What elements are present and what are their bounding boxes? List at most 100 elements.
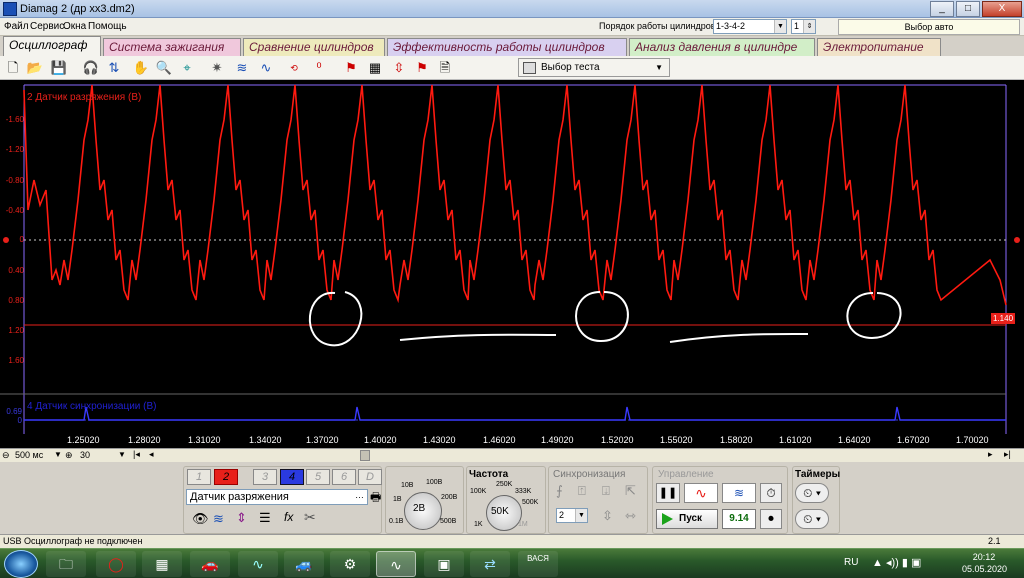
car-icon[interactable]: 🚗 xyxy=(190,551,230,577)
zoom-out-icon[interactable]: ⊖ xyxy=(2,450,10,461)
auto-select-button[interactable]: Выбор авто xyxy=(838,19,1020,35)
multi-wave-icon[interactable]: ≋ xyxy=(722,483,756,503)
app-icon[interactable]: ▦ xyxy=(142,551,182,577)
tray-icons[interactable]: ▲ ◂)) ▮ ▣ xyxy=(872,556,921,569)
menu-windows[interactable]: Окна xyxy=(63,21,86,32)
markers-icon[interactable]: ⚑ xyxy=(342,59,360,77)
function-icon[interactable]: fx xyxy=(284,510,293,524)
channel-button-1[interactable]: 1 xyxy=(187,469,211,485)
monitor-icon[interactable]: ▣ xyxy=(424,551,464,577)
tools-icon[interactable]: ✂ xyxy=(304,509,316,526)
zero-icon[interactable]: ⁰ xyxy=(310,59,328,77)
chevron-down-icon[interactable]: ▼ xyxy=(118,450,126,459)
auto-icon[interactable]: ⟲ xyxy=(285,59,303,77)
tab-oscilloscope[interactable]: Осциллограф xyxy=(3,36,101,56)
menu-file[interactable]: Файл xyxy=(4,21,29,32)
sync-rise-icon[interactable]: ⨍ xyxy=(556,483,563,499)
channel-button-d[interactable]: D xyxy=(358,469,382,485)
timer-stop-icon[interactable]: ⏲ ▾ xyxy=(795,509,829,529)
chevron-down-icon[interactable]: ▼ xyxy=(54,450,62,459)
new-file-icon[interactable]: 🗋 xyxy=(4,59,22,77)
tab-cyl-efficiency[interactable]: Эффективность работы цилиндров xyxy=(387,38,627,56)
clock[interactable]: 20:12 05.05.2020 xyxy=(962,551,1007,575)
sync-horiz-icon[interactable]: ⇿ xyxy=(625,508,636,524)
car-diag-icon[interactable]: 🚙 xyxy=(284,551,324,577)
open-folder-icon[interactable]: 📂 xyxy=(26,59,44,77)
sync-cursor-icon[interactable]: ⇱ xyxy=(625,483,636,499)
zoom-in-icon[interactable]: ⊕ xyxy=(65,450,73,461)
grid-icon[interactable]: ▦ xyxy=(366,59,384,77)
minimize-button[interactable]: _ xyxy=(930,1,954,17)
channel-button-5[interactable]: 5 xyxy=(306,469,330,485)
voltage-label: 0.1В xyxy=(389,518,404,525)
filter-icon[interactable]: ✷ xyxy=(208,59,226,77)
timebase-value[interactable]: 500 мс xyxy=(15,450,43,460)
scroll-end-icon[interactable]: ▸| xyxy=(1004,449,1011,460)
auto-record-icon[interactable]: ⏺ xyxy=(760,509,782,529)
sensor-select[interactable]: Датчик разряжения xyxy=(186,489,368,505)
waves-icon[interactable]: ≋ xyxy=(213,511,224,527)
sine-icon[interactable]: ∿ xyxy=(684,483,718,503)
arrows-icon[interactable]: ⇕ xyxy=(236,510,247,526)
explorer-icon[interactable]: 🗀 xyxy=(46,551,86,577)
scroll-right-icon[interactable]: ▸ xyxy=(988,449,993,460)
tab-cyl-compare[interactable]: Сравнение цилиндров xyxy=(243,38,385,56)
opera-icon[interactable]: ◯ xyxy=(96,551,136,577)
save-icon[interactable]: 💾 xyxy=(50,59,68,77)
menu-service[interactable]: Сервис xyxy=(30,21,64,32)
y-tick: -1.20 xyxy=(5,145,24,154)
headphones-icon[interactable]: 🎧 xyxy=(82,59,100,77)
scroll-thumb[interactable] xyxy=(360,450,370,461)
menu-help[interactable]: Помощь xyxy=(88,21,127,32)
more-icon[interactable]: … xyxy=(355,490,364,500)
print-icon[interactable]: 🖶 xyxy=(370,488,381,509)
zoom-value[interactable]: 30 xyxy=(80,450,90,460)
x-tick: 1.49020 xyxy=(541,435,574,445)
tab-pressure[interactable]: Анализ давления в цилиндре xyxy=(629,38,815,56)
channel-button-6[interactable]: 6 xyxy=(332,469,356,485)
waveform-svg xyxy=(0,84,1020,434)
pause-icon[interactable]: ❚❚ xyxy=(656,483,680,503)
maximize-button[interactable]: □ xyxy=(956,1,980,17)
scroll-left-icon[interactable]: |◂ xyxy=(133,449,140,460)
oscilloscope-area[interactable]: -1.60 -1.20 -0.80 -0.40 0 0.40 0.80 1.20… xyxy=(0,80,1024,434)
notes-icon[interactable]: 🗎 xyxy=(436,59,454,77)
lines-icon[interactable]: ☰ xyxy=(259,510,271,526)
freq-label: 1M xyxy=(518,521,528,528)
sync-up-icon[interactable]: ⍐ xyxy=(578,483,586,499)
teamviewer-icon[interactable]: ⇄ xyxy=(470,551,510,577)
channel-button-3[interactable]: 3 xyxy=(253,469,277,485)
channel-button-4[interactable]: 4 xyxy=(280,469,304,485)
tab-ignition[interactable]: Система зажигания xyxy=(103,38,241,56)
windows-start-icon[interactable] xyxy=(4,550,38,578)
test-select[interactable]: Выбор теста ▼ xyxy=(518,58,670,77)
sync-vert-icon[interactable]: ⇳ xyxy=(602,508,613,524)
tab-power[interactable]: Электропитание xyxy=(817,38,941,56)
cyl-number-stepper[interactable]: 1 ⇕ xyxy=(791,19,816,34)
sync-channel-select[interactable]: 2 ▼ xyxy=(556,508,588,523)
settings-icon[interactable]: ⚙ xyxy=(330,551,370,577)
zoom-icon[interactable]: 🔍 xyxy=(155,59,173,77)
scope-app-icon[interactable]: ∿ xyxy=(238,551,278,577)
flag-icon[interactable]: ⚑ xyxy=(413,59,431,77)
vasya-icon[interactable]: ВАСЯ xyxy=(518,551,558,577)
diamag-taskbar-icon[interactable]: ∿ xyxy=(376,551,416,577)
fit-icon[interactable]: ⇅ xyxy=(105,59,123,77)
crosshair-icon[interactable]: ⌖ xyxy=(178,59,196,77)
start-button[interactable]: Пуск xyxy=(656,509,718,529)
timer-clock-icon[interactable]: ⏲ ▾ xyxy=(795,483,829,503)
cyl-order-select[interactable]: 1-3-4-2 ▼ xyxy=(713,19,787,34)
cursor-value-badge[interactable]: 1.140 xyxy=(991,313,1016,324)
channel-button-2[interactable]: 2 xyxy=(214,469,238,485)
scroll-left-icon[interactable]: ◂ xyxy=(149,449,154,460)
language-indicator[interactable]: RU xyxy=(844,557,858,568)
timer-icon[interactable]: ⏱ xyxy=(760,483,782,503)
hand-icon[interactable]: ✋ xyxy=(132,59,150,77)
cyl-number-value: 1 xyxy=(794,21,800,31)
eye-icon[interactable]: 👁 xyxy=(192,511,209,527)
close-button[interactable]: X xyxy=(982,1,1022,17)
split-icon[interactable]: ⇳ xyxy=(390,59,408,77)
wave-icon[interactable]: ≋ xyxy=(233,59,251,77)
wave-alt-icon[interactable]: ∿ xyxy=(257,59,275,77)
sync-fall-icon[interactable]: ⍗ xyxy=(602,483,610,499)
